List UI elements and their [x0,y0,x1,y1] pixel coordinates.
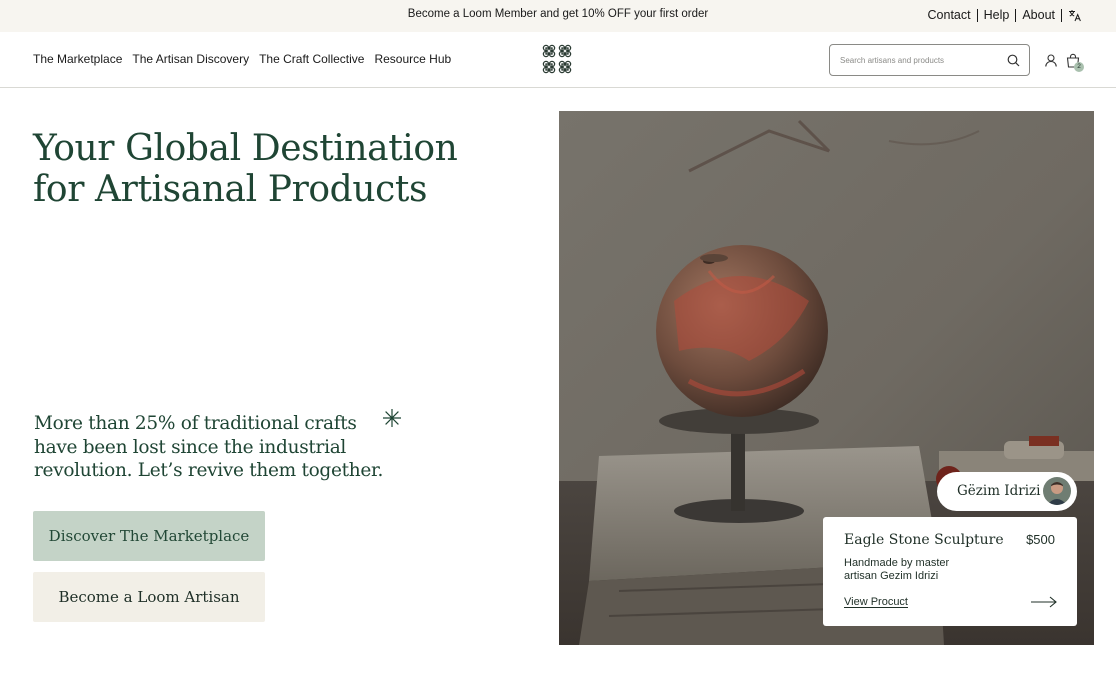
help-link[interactable]: Help [978,8,1016,22]
main-header: The Marketplace The Artisan Discovery Th… [0,32,1116,88]
product-name: Eagle Stone Sculpture [844,532,1004,548]
arrow-right-icon[interactable] [1031,596,1057,608]
avatar [1043,477,1071,505]
nav-artisan-discovery[interactable]: The Artisan Discovery [132,52,249,66]
asterisk-icon [383,409,401,427]
utility-nav: Contact Help About [922,8,1082,22]
search-input[interactable] [840,53,1005,67]
featured-product-card: Eagle Stone Sculpture $500 Handmade by m… [823,517,1077,626]
artisan-tag[interactable]: Gëzim Idrizi [937,472,1077,511]
main-nav: The Marketplace The Artisan Discovery Th… [33,52,451,66]
nav-craft-collective[interactable]: The Craft Collective [259,52,364,66]
become-artisan-button[interactable]: Become a Loom Artisan [33,572,265,622]
nav-marketplace[interactable]: The Marketplace [33,52,122,66]
discover-marketplace-button[interactable]: Discover The Marketplace [33,511,265,561]
promo-bar: Become a Loom Member and get 10% OFF you… [0,0,1116,32]
contact-link[interactable]: Contact [922,8,977,22]
hero-subtitle: More than 25% of traditional crafts have… [34,413,384,481]
search-icon[interactable] [1007,54,1020,67]
view-product-link[interactable]: View Procuct [844,596,908,608]
user-icon[interactable] [1045,54,1057,67]
product-description: Handmade by master artisan Gezim Idrizi [844,557,950,582]
about-link[interactable]: About [1016,8,1061,22]
product-price: $500 [1026,532,1055,547]
translate-icon[interactable] [1062,9,1082,22]
search-box[interactable] [829,44,1030,76]
hero-title: Your Global Destination for Artisanal Pr… [33,128,458,210]
loom-logo-icon[interactable] [542,44,574,76]
nav-resource-hub[interactable]: Resource Hub [374,52,451,66]
artisan-name: Gëzim Idrizi [957,483,1041,499]
cart-count-badge: 2 [1074,62,1084,72]
